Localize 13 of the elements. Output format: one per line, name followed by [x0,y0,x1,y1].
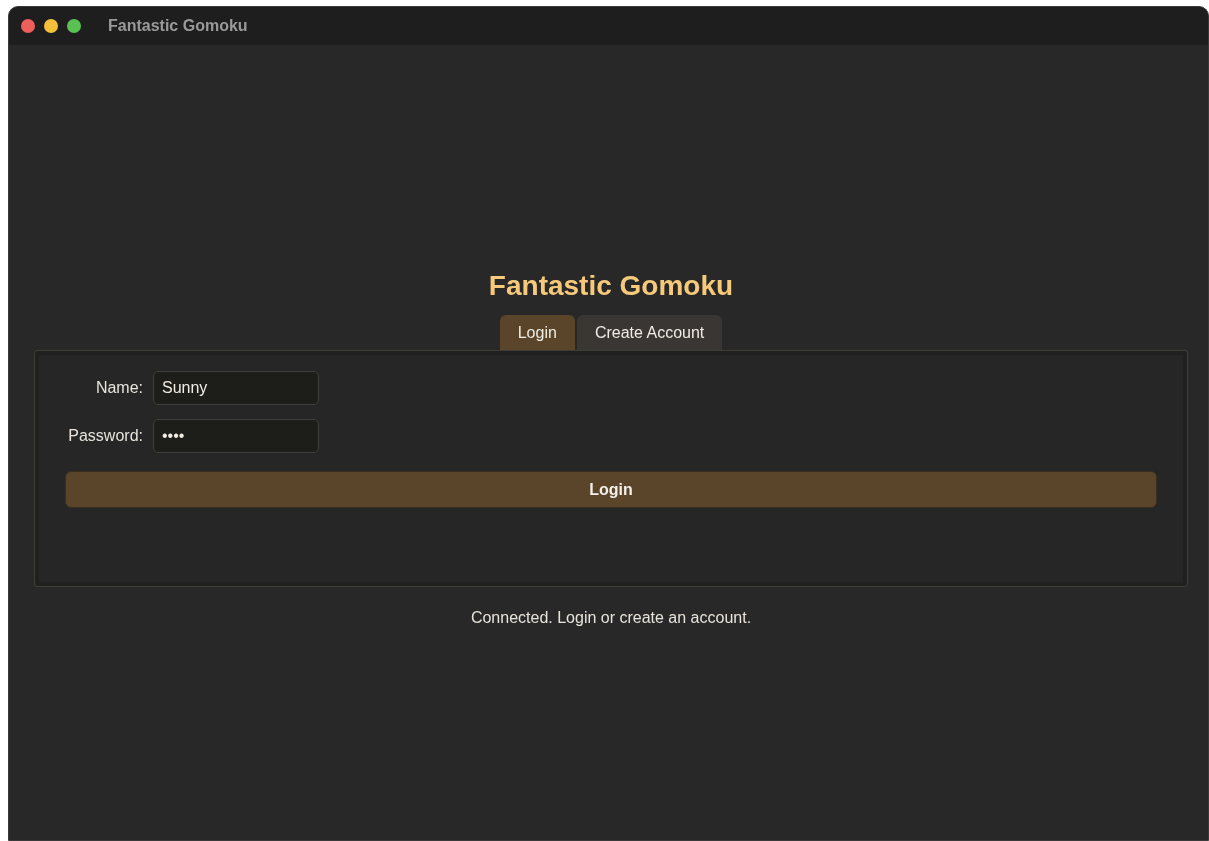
minimize-button[interactable] [44,19,58,33]
status-text: Connected. Login or create an account. [470,609,752,627]
input-field[interactable]: Sunny [153,371,319,405]
tab[interactable]: Create Account [576,315,723,350]
tab[interactable]: Login [499,315,575,350]
close-button[interactable] [21,19,35,33]
login-button[interactable]: Login [65,471,1157,508]
field-label: Name: [94,379,143,397]
field-label: Password: [67,427,143,445]
app-heading: Fantastic Gomoku [488,269,734,303]
window-title: Fantastic Gomoku [108,17,248,35]
input-field[interactable]: •••• [153,419,319,453]
zoom-button[interactable] [67,19,81,33]
